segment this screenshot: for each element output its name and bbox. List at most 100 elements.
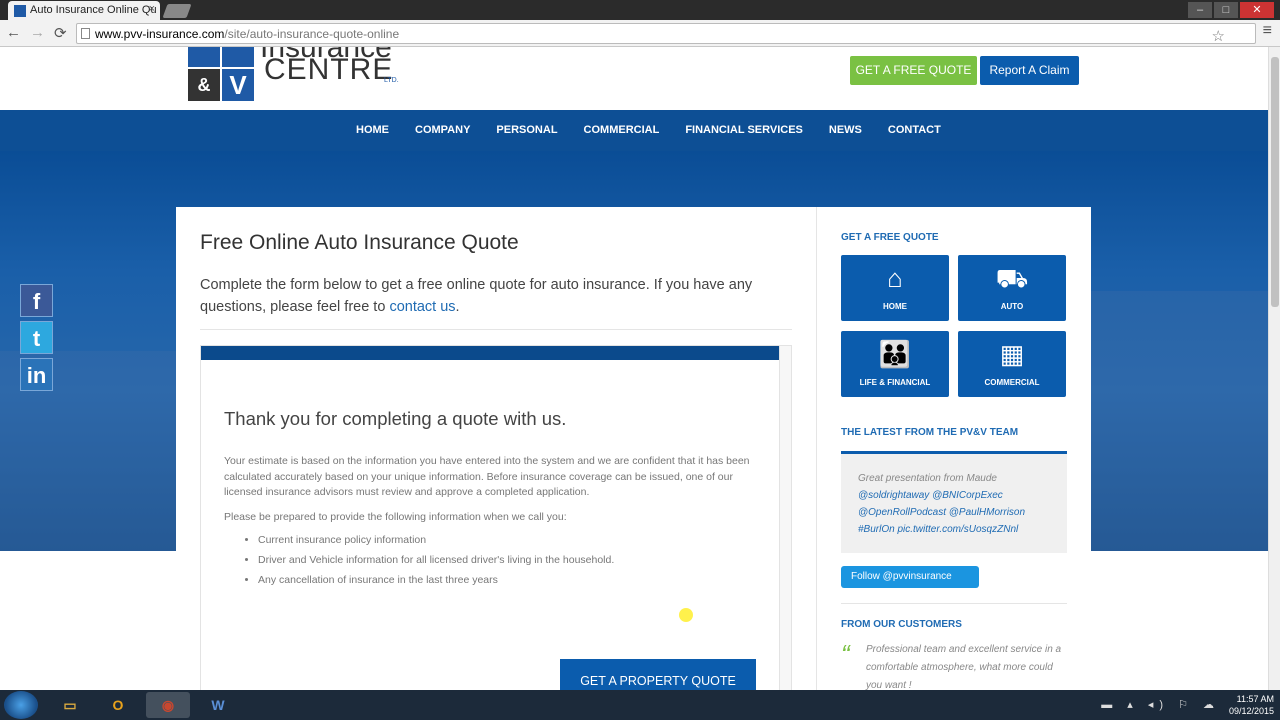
address-bar-row: ← → ⟳ www.pvv-insurance.com/site/auto-in… [0,20,1280,47]
forward-icon[interactable]: → [30,24,45,41]
browser-tab[interactable]: Auto Insurance Online Qu × [8,1,160,20]
family-icon: 👪 [878,339,912,369]
get-free-quote-button[interactable]: GET A FREE QUOTE [850,56,977,85]
taskbar-outlook-icon[interactable]: O [96,692,140,718]
divider [200,329,792,330]
reload-icon[interactable]: ⟳ [54,24,67,42]
url-host: www.pvv-insurance.com [95,27,225,41]
prepare-paragraph: Please be prepared to provide the follow… [224,511,567,523]
linkedin-icon[interactable]: in [20,358,53,391]
tweet-text: Great presentation from Maude [858,473,997,484]
quote-tile-commercial[interactable]: ▦ COMMERCIAL [958,331,1066,397]
word-glyph: W [211,697,225,713]
quote-mark-icon: “ [841,639,850,669]
back-icon[interactable]: ← [6,24,21,41]
info-list: Current insurance policy information Dri… [258,530,614,590]
nav-home[interactable]: HOME [356,110,389,151]
scrollbar-thumb[interactable] [1271,57,1279,307]
logo-ltd: LTD. [384,77,399,84]
intro-text: Complete the form below to get a free on… [200,274,780,318]
chrome-glyph: ◉ [161,697,175,713]
nav-personal[interactable]: PERSONAL [496,110,557,151]
main-nav: HOME COMPANY PERSONAL COMMERCIAL FINANCI… [0,110,1268,151]
maximize-button[interactable]: □ [1214,2,1238,18]
list-item: Driver and Vehicle information for all l… [258,550,614,570]
list-item: Any cancellation of insurance in the las… [258,570,614,590]
hero-city-right [1090,291,1268,551]
tab-close-icon[interactable]: × [149,3,155,15]
sidebar-latest-heading: THE LATEST FROM THE PV&V TEAM [841,427,1019,438]
quote-tile-home[interactable]: ⌂ HOME [841,255,949,321]
logo-v: V [222,69,254,101]
page-viewport: & V Insurance CENTRE LTD. GET A FREE QUO… [0,47,1268,690]
twitter-icon[interactable]: t [20,321,53,354]
window-controls: – □ ✕ [1188,2,1274,18]
page-icon [81,28,90,39]
car-icon: ⛟ [995,263,1029,293]
url-path: /site/auto-insurance-quote-online [224,27,400,41]
tile-label: LIFE & FINANCIAL [859,378,931,387]
nav-contact[interactable]: CONTACT [888,110,941,151]
nav-news[interactable]: NEWS [829,110,862,151]
close-window-button[interactable]: ✕ [1240,2,1274,18]
iframe-scrollbar[interactable] [779,346,791,690]
nav-commercial[interactable]: COMMERCIAL [584,110,660,151]
logo-word-centre: CENTRE [264,53,394,86]
list-item: Current insurance policy information [258,530,614,550]
tile-label: COMMERCIAL [984,378,1040,387]
facebook-icon[interactable]: f [20,284,53,317]
quote-tile-auto[interactable]: ⛟ AUTO [958,255,1066,321]
taskbar-chrome-icon[interactable]: ◉ [146,692,190,718]
get-property-quote-button[interactable]: GET A PROPERTY QUOTE [560,659,756,690]
taskbar-clock[interactable]: 11:57 AM 09/12/2015 [1229,693,1274,717]
windows-taskbar: ▭ O ◉ W ▬ ▴ ◂) ⚐ ☁ 11:57 AM 09/12/2015 [0,690,1280,720]
page-title: Free Online Auto Insurance Quote [200,231,519,254]
outlook-glyph: O [112,697,124,713]
explorer-glyph: ▭ [63,697,77,713]
tile-label: AUTO [1000,302,1024,311]
system-tray[interactable]: ▬ ▴ ◂) ⚐ ☁ [1101,698,1220,711]
taskbar-explorer-icon[interactable]: ▭ [48,692,92,718]
taskbar-word-icon[interactable]: W [196,692,240,718]
nav-financial-services[interactable]: FINANCIAL SERVICES [685,110,803,151]
site-header: & V Insurance CENTRE LTD. GET A FREE QUO… [0,47,1268,110]
browser-menu-icon[interactable]: ≡ [1263,22,1272,40]
page-scrollbar[interactable] [1268,47,1280,690]
iframe-header-bar [201,346,779,360]
clock-date: 09/12/2015 [1228,706,1274,716]
new-tab-button[interactable] [162,4,192,18]
thanks-heading: Thank you for completing a quote with us… [224,408,567,429]
building-icon: ▦ [999,339,1025,369]
nav-company[interactable]: COMPANY [415,110,470,151]
report-claim-button[interactable]: Report A Claim [980,56,1079,85]
twitter-follow-button[interactable]: Follow @pvvinsurance [841,566,979,588]
mouse-cursor-highlight [679,608,693,622]
minimize-button[interactable]: – [1188,2,1212,18]
tweet-links[interactable]: @soldrightaway @BNICorpExec @OpenRollPod… [858,487,1050,538]
testimonial-text: Professional team and excellent service … [866,644,1062,690]
quote-tile-life-financial[interactable]: 👪 LIFE & FINANCIAL [841,331,949,397]
estimate-paragraph: Your estimate is based on the informatio… [224,455,750,498]
tile-label: HOME [883,302,907,311]
bookmark-star-icon[interactable]: ☆ [1212,27,1225,45]
contact-us-link[interactable]: contact us [389,299,455,315]
start-button[interactable] [4,691,38,719]
sidebar-customers-heading: FROM OUR CUSTOMERS [841,619,962,630]
intro-end: . [455,299,460,315]
browser-titlebar: Auto Insurance Online Qu × – □ ✕ [0,0,1280,20]
logo-square-top [188,47,220,67]
clock-time: 11:57 AM [1236,694,1274,704]
tab-title: Auto Insurance Online Qu [30,4,157,16]
quote-iframe[interactable]: Thank you for completing a quote with us… [200,345,792,690]
sidebar-quote-heading: GET A FREE QUOTE [841,232,939,243]
logo-square-top-right [222,47,254,67]
column-divider [816,207,817,690]
logo-amp: & [188,69,220,101]
favicon-icon [14,5,26,17]
house-icon: ⌂ [887,263,903,293]
sidebar-divider [841,603,1067,604]
tweet-box: Great presentation from Maude @soldright… [841,451,1067,553]
intro-body: Complete the form below to get a free on… [200,277,753,315]
url-input[interactable]: www.pvv-insurance.com/site/auto-insuranc… [76,23,1256,45]
content-card: Free Online Auto Insurance Quote Complet… [176,207,1091,690]
